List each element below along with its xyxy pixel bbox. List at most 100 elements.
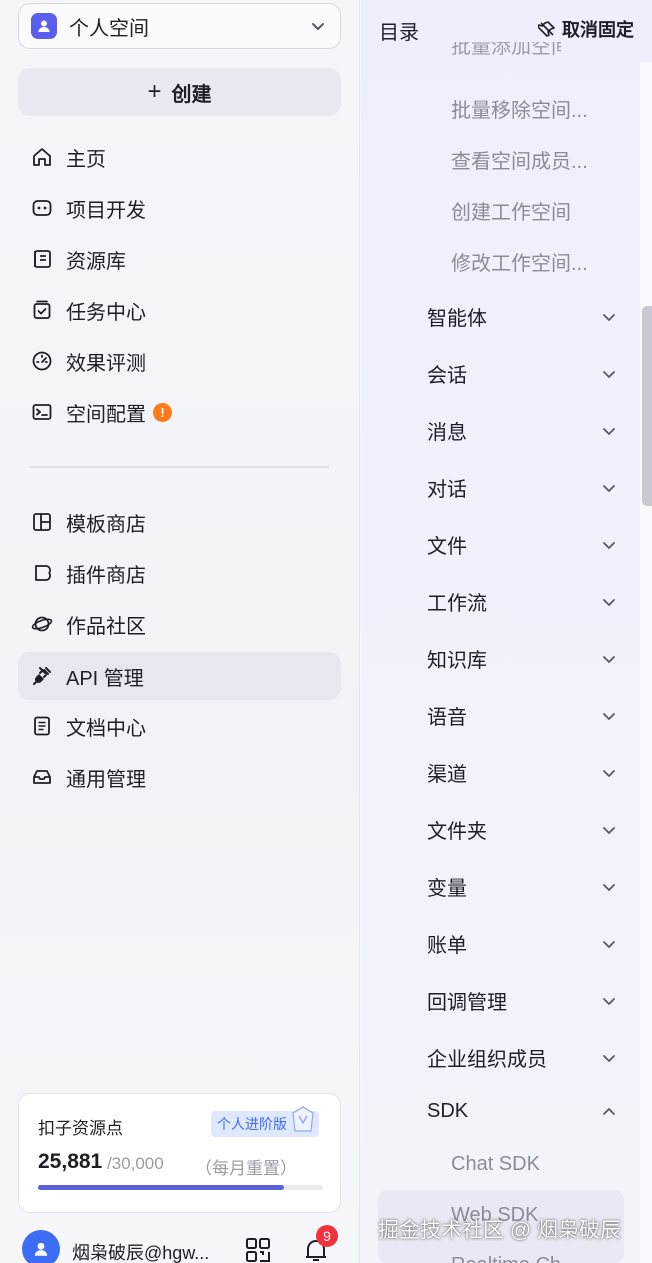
toc-section-label: 企业组织成员 (427, 1049, 547, 1071)
toc-section[interactable]: 文件夹 (427, 815, 617, 844)
toc-section[interactable]: 变量 (427, 872, 617, 901)
toc-section[interactable]: 账单 (427, 929, 617, 958)
diamond-icon (292, 1106, 314, 1132)
toc-section-label: 账单 (427, 935, 467, 957)
toc-sub-item[interactable]: 创建工作空间 (451, 196, 571, 225)
nav-item-space-config[interactable]: 空间配置 ! (18, 388, 341, 436)
nav-item-library[interactable]: 资源库 (18, 235, 341, 283)
toc-sub-item-cut[interactable]: 批量添加空间 (451, 42, 561, 62)
document-icon (30, 714, 54, 738)
points-value: 25,881 (38, 1150, 103, 1173)
nav-item-label: 空间配置 (66, 403, 146, 426)
plug-icon (30, 664, 54, 688)
toc-section-label: 语音 (427, 707, 467, 729)
plugin-icon (30, 561, 54, 585)
points-progress-fill (38, 1185, 284, 1190)
toc-panel: 目录 取消固定 批量添加空间 批量移除空间... 查看空间成员... 创建工作空… (361, 0, 652, 1263)
nav-item-projects[interactable]: 项目开发 (18, 184, 341, 232)
create-label: 创建 (171, 83, 212, 106)
nav-item-label: 通用管理 (66, 768, 146, 791)
toc-section[interactable]: SDK (427, 1100, 617, 1123)
toc-section-label: 文件夹 (427, 821, 487, 843)
chevron-down-icon (603, 883, 615, 891)
chevron-down-icon (603, 484, 615, 492)
create-button[interactable]: + 创建 (18, 68, 341, 116)
nav-item-label: 效果评测 (66, 352, 146, 375)
nav-item-label: 作品社区 (66, 615, 146, 638)
inbox-icon (30, 765, 54, 789)
user-square-icon (31, 13, 57, 39)
points-progress-bar (38, 1185, 323, 1190)
toc-section[interactable]: 渠道 (427, 758, 617, 787)
toc-section[interactable]: 会话 (427, 359, 617, 388)
chevron-down-icon (603, 427, 615, 435)
chevron-up-icon (603, 1107, 615, 1115)
nav-item-evaluation[interactable]: 效果评测 (18, 337, 341, 385)
toc-section-label: 对话 (427, 479, 467, 501)
nav-item-docs[interactable]: 文档中心 (18, 702, 341, 750)
chevron-down-icon (603, 1054, 615, 1062)
toc-section[interactable]: 回调管理 (427, 986, 617, 1015)
toc-sdk-item[interactable]: Realtime Ch... (451, 1254, 578, 1263)
chevron-down-icon (603, 997, 615, 1005)
chevron-down-icon (312, 23, 324, 30)
space-selector[interactable]: 个人空间 (18, 3, 341, 49)
nav-item-plugin-store[interactable]: 插件商店 (18, 549, 341, 597)
notification-badge: 9 (316, 1225, 338, 1247)
toc-sub-item[interactable]: 修改工作空间... (451, 247, 588, 276)
toc-section[interactable]: 语音 (427, 701, 617, 730)
chevron-down-icon (603, 598, 615, 606)
chevron-down-icon (603, 940, 615, 948)
unpin-button[interactable]: 取消固定 (538, 16, 634, 42)
nav-item-label: 资源库 (66, 250, 126, 273)
toc-sub-item[interactable]: 批量移除空间... (451, 94, 588, 123)
toc-section[interactable]: 企业组织成员 (427, 1043, 617, 1072)
toc-section-label: 会话 (427, 365, 467, 387)
toc-section-label: 知识库 (427, 650, 487, 672)
nav-item-home[interactable]: 主页 (18, 133, 341, 181)
chevron-down-icon (603, 313, 615, 321)
plan-badge[interactable]: 个人进阶版 (211, 1106, 319, 1137)
toc-section[interactable]: 对话 (427, 473, 617, 502)
nav-divider (30, 466, 329, 468)
toc-scrollbar-thumb[interactable] (642, 306, 652, 506)
scan-icon[interactable] (244, 1236, 272, 1263)
unpin-label: 取消固定 (562, 20, 634, 40)
terminal-icon (30, 400, 54, 424)
toc-section-label: 消息 (427, 422, 467, 444)
warning-badge: ! (153, 402, 172, 422)
chevron-down-icon (603, 712, 615, 720)
gauge-icon (30, 349, 54, 373)
toc-section[interactable]: 知识库 (427, 644, 617, 673)
nav-item-general-settings[interactable]: 通用管理 (18, 753, 341, 801)
user-name[interactable]: 烟枭破辰@hgw... (72, 1239, 209, 1263)
robot-icon (30, 196, 54, 220)
toc-section-label: 工作流 (427, 593, 487, 615)
chevron-down-icon (603, 370, 615, 378)
toc-section-label: 变量 (427, 878, 467, 900)
toc-section[interactable]: 消息 (427, 416, 617, 445)
toc-section[interactable]: 工作流 (427, 587, 617, 616)
chevron-down-icon (603, 541, 615, 549)
plan-label: 个人进阶版 (217, 1116, 287, 1132)
toc-section[interactable]: 文件 (427, 530, 617, 559)
nav-item-tasks[interactable]: 任务中心 (18, 286, 341, 334)
nav-item-template-store[interactable]: 模板商店 (18, 498, 341, 546)
toc-title: 目录 (379, 22, 419, 44)
sidebar: 个人空间 + 创建 主页 项目开发 资源库 任务中心 效果评测 空间配置 ! 模… (0, 0, 360, 1263)
resource-points-card[interactable]: 扣子资源点 个人进阶版 25,881 /30,000 （每月重置） (18, 1093, 341, 1213)
nav-item-label: 模板商店 (66, 513, 146, 536)
points-title: 扣子资源点 (38, 1119, 123, 1138)
avatar[interactable] (22, 1230, 60, 1263)
toc-scrollbar[interactable] (640, 62, 652, 1263)
space-label: 个人空间 (69, 17, 149, 40)
toc-sdk-item[interactable]: Chat SDK (451, 1153, 540, 1176)
nav-item-community[interactable]: 作品社区 (18, 600, 341, 648)
nav-item-api-management[interactable]: API 管理 (18, 652, 341, 700)
nav-item-label: API 管理 (66, 667, 144, 690)
toc-section-label: SDK (427, 1100, 469, 1122)
nav-item-label: 插件商店 (66, 564, 146, 587)
toc-sub-item[interactable]: 查看空间成员... (451, 145, 588, 174)
toc-section[interactable]: 智能体 (427, 302, 617, 331)
plus-icon: + (147, 78, 162, 105)
